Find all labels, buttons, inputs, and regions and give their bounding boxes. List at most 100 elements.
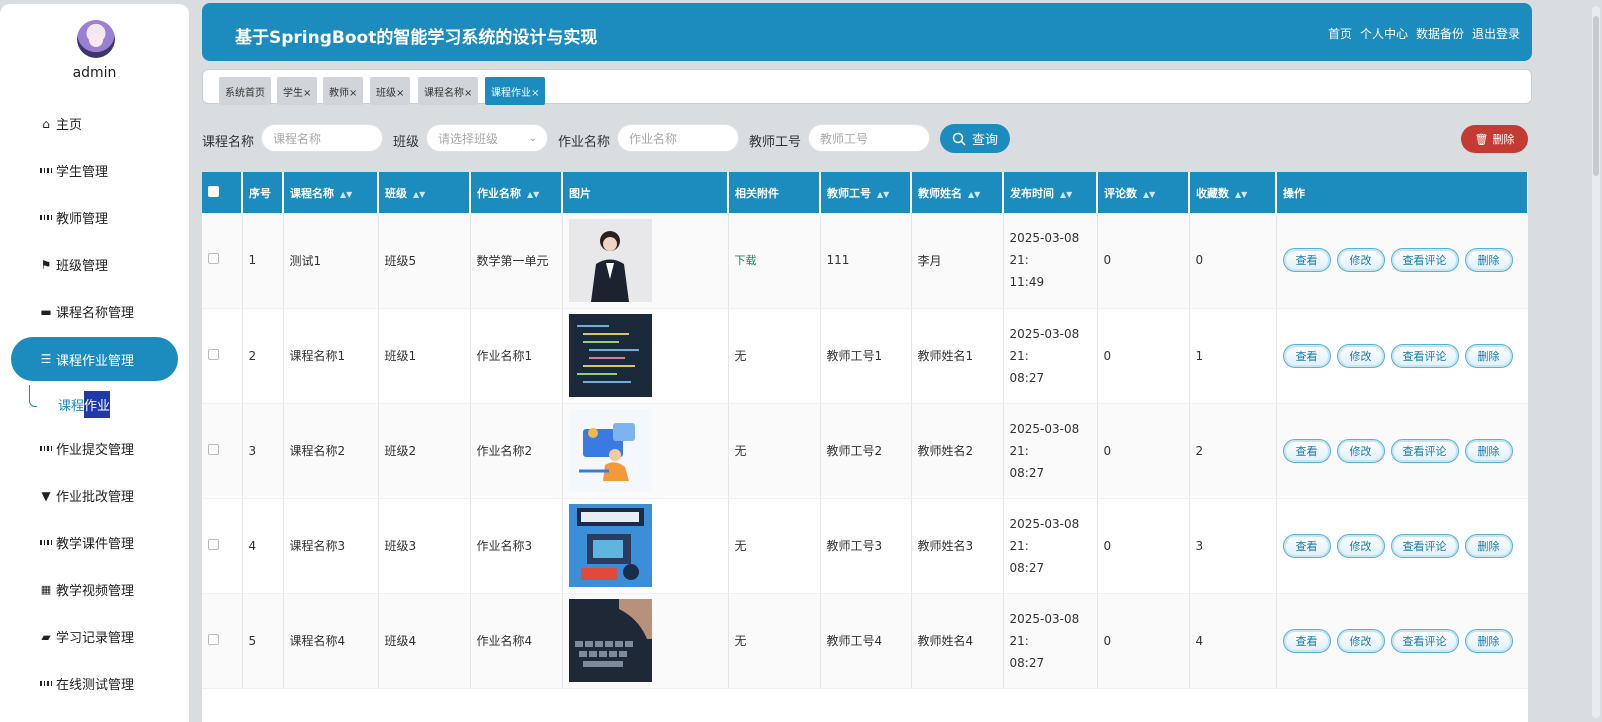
header-homework[interactable]: 作业名称 ▲▼ (470, 172, 563, 213)
header-teacher-id[interactable]: 教师工号 ▲▼ (820, 172, 912, 213)
keyboard-image[interactable] (568, 599, 728, 682)
select-all-checkbox[interactable] (202, 172, 243, 213)
cell-teacher-name: 教师姓名3 (911, 498, 1004, 594)
sidebar-item-courseware[interactable]: 教学课件管理 (0, 519, 189, 566)
cell-image[interactable] (562, 498, 729, 594)
table-row: 5 课程名称4 班级4 作业名称4 无 教师工号4 教师姓名4 2025-03-08 21: 0… (202, 593, 1528, 689)
view-comments-button[interactable]: 查看评论 (1390, 628, 1459, 653)
nav-profile[interactable]: 个人中心 (1360, 25, 1408, 42)
view-button[interactable]: 查看 (1282, 343, 1331, 368)
sidebar-item-videos[interactable]: ▦ 教学视频管理 (0, 566, 189, 613)
header-attachment: 相关附件 (728, 172, 821, 213)
cell-attachment[interactable]: 下载 (728, 213, 821, 309)
teacher-id-label: 教师工号 (749, 135, 802, 150)
tab-teachers[interactable]: 教师× (323, 77, 364, 105)
view-button[interactable]: 查看 (1282, 438, 1331, 463)
delete-button[interactable]: 删除 (1464, 438, 1513, 463)
edit-button[interactable]: 修改 (1336, 628, 1385, 653)
cell-homework: 作业名称3 (470, 498, 563, 594)
illustration-image[interactable] (568, 409, 728, 492)
cell-teacher-name: 李月 (911, 213, 1004, 309)
attachment-link[interactable]: 下载 (735, 254, 757, 267)
view-button[interactable]: 查看 (1282, 533, 1331, 558)
woman-portrait-image[interactable] (568, 218, 728, 302)
header-publish-time[interactable]: 发布时间 ▲▼ (1003, 172, 1098, 213)
row-checkbox[interactable] (202, 498, 243, 594)
nav-home[interactable]: 首页 (1328, 25, 1352, 42)
class-select[interactable]: 请选择班级 ⌄ (426, 124, 548, 152)
delete-button[interactable]: 删除 (1464, 628, 1513, 653)
view-button[interactable]: 查看 (1282, 248, 1331, 273)
delete-button[interactable]: 删除 (1464, 343, 1513, 368)
grid-icon (40, 165, 52, 177)
sidebar-item-online-tests[interactable]: 在线测试管理 (0, 660, 189, 707)
sidebar-item-classes[interactable]: ⚑ 班级管理 (0, 241, 189, 288)
view-comments-button[interactable]: 查看评论 (1390, 533, 1459, 558)
cell-image[interactable] (562, 593, 729, 689)
cell-course: 课程名称1 (283, 308, 379, 404)
tab-home[interactable]: 系统首页 (219, 77, 271, 105)
code-screen-image[interactable] (568, 314, 728, 397)
row-checkbox[interactable] (202, 213, 243, 309)
programming-poster-image[interactable] (568, 504, 728, 587)
cell-favorites: 3 (1189, 498, 1277, 594)
sidebar-item-students[interactable]: 学生管理 (0, 147, 189, 194)
cell-no: 4 (242, 498, 284, 594)
tab-course-names[interactable]: 课程名称× (418, 77, 479, 105)
cell-favorites: 4 (1189, 593, 1277, 689)
header-class[interactable]: 班级 ▲▼ (378, 172, 471, 213)
header-course[interactable]: 课程名称 ▲▼ (283, 172, 379, 213)
sidebar-item-study-records[interactable]: ▰ 学习记录管理 (0, 613, 189, 660)
sidebar-item-home[interactable]: ⌂ 主页 (0, 100, 189, 147)
header-teacher-name[interactable]: 教师姓名 ▲▼ (911, 172, 1004, 213)
view-comments-button[interactable]: 查看评论 (1390, 438, 1459, 463)
sidebar-item-teachers[interactable]: 教师管理 (0, 194, 189, 241)
edit-button[interactable]: 修改 (1336, 533, 1385, 558)
edit-button[interactable]: 修改 (1336, 438, 1385, 463)
course-name-label: 课程名称 (202, 135, 255, 150)
cell-image[interactable] (562, 213, 729, 309)
page-scrollbar[interactable] (1592, 6, 1600, 718)
cell-teacher-name: 教师姓名2 (911, 403, 1004, 499)
header-favorites[interactable]: 收藏数 ▲▼ (1189, 172, 1277, 213)
stamp-icon: ▼ (41, 488, 51, 503)
delete-button[interactable]: 删除 (1464, 533, 1513, 558)
query-button[interactable]: 查询 (940, 124, 1010, 153)
delete-button[interactable]: 删除 (1464, 248, 1513, 273)
tab-students[interactable]: 学生× (277, 77, 318, 105)
tab-classes[interactable]: 班级× (370, 77, 411, 105)
sidebar-item-course-names[interactable]: ▬ 课程名称管理 (0, 288, 189, 335)
sidebar-item-grading[interactable]: ▼ 作业批改管理 (0, 472, 189, 519)
edit-button[interactable]: 修改 (1336, 248, 1385, 273)
view-comments-button[interactable]: 查看评论 (1390, 248, 1459, 273)
cell-favorites: 1 (1189, 308, 1277, 404)
cell-publish-time: 2025-03-08 21: 11:49 (1003, 213, 1098, 309)
cell-publish-time: 2025-03-08 21: 08:27 (1003, 593, 1098, 689)
sidebar-item-course-homework[interactable]: ☰ 课程作业管理 (11, 337, 178, 381)
sidebar-item-submissions[interactable]: 作业提交管理 (0, 425, 189, 472)
avatar[interactable] (77, 20, 115, 58)
sort-icon: ▲▼ (340, 189, 353, 199)
edit-button[interactable]: 修改 (1336, 343, 1385, 368)
row-checkbox[interactable] (202, 308, 243, 404)
homework-name-input[interactable]: 作业名称 (617, 124, 739, 152)
tab-course-homework[interactable]: 课程作业× (485, 77, 546, 105)
row-checkbox[interactable] (202, 403, 243, 499)
sort-icon: ▲▼ (527, 189, 540, 199)
cell-image[interactable] (562, 308, 729, 404)
grid-icon (40, 443, 52, 455)
nav-logout[interactable]: 退出登录 (1472, 25, 1520, 42)
cell-image[interactable] (562, 403, 729, 499)
batch-delete-button[interactable]: 🗑 删除 (1461, 125, 1528, 153)
view-comments-button[interactable]: 查看评论 (1390, 343, 1459, 368)
row-checkbox[interactable] (202, 593, 243, 689)
cell-publish-time: 2025-03-08 21: 08:27 (1003, 498, 1098, 594)
course-name-input[interactable]: 课程名称 (261, 124, 383, 152)
header-comments[interactable]: 评论数 ▲▼ (1097, 172, 1190, 213)
nav-backup[interactable]: 数据备份 (1416, 25, 1464, 42)
sidebar-subitem-course-homework[interactable]: 课程 作业 (0, 383, 189, 425)
cell-teacher-id: 111 (820, 213, 912, 309)
cell-homework: 作业名称4 (470, 593, 563, 689)
teacher-id-input[interactable]: 教师工号 (808, 124, 930, 152)
view-button[interactable]: 查看 (1282, 628, 1331, 653)
